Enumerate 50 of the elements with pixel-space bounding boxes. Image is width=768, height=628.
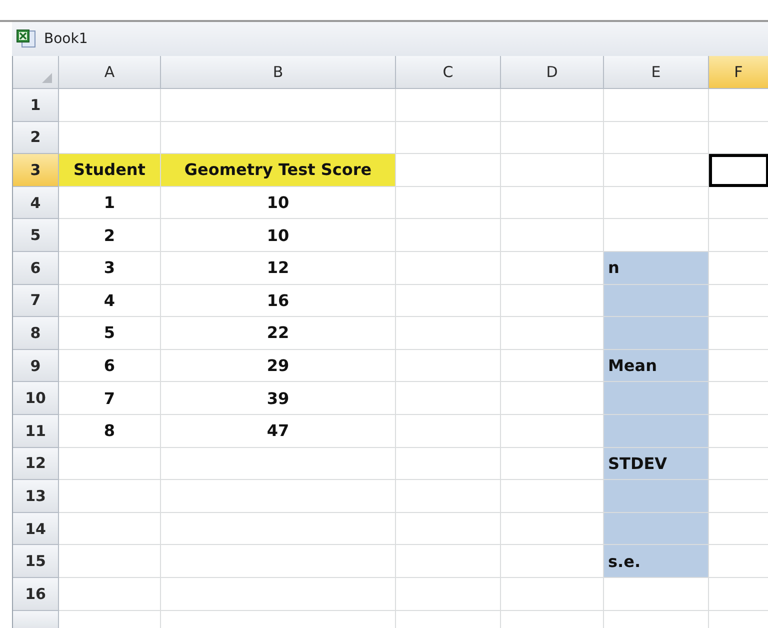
- row-header[interactable]: 5: [13, 219, 59, 252]
- row-header[interactable]: 11: [13, 414, 59, 448]
- table-cell[interactable]: 10: [161, 186, 396, 220]
- table-cell[interactable]: 7: [59, 382, 161, 415]
- table-cell[interactable]: 6: [59, 350, 161, 382]
- table-cell[interactable]: 29: [161, 350, 396, 382]
- table-cell[interactable]: 10: [161, 219, 396, 252]
- table-cell[interactable]: 3: [59, 252, 161, 285]
- table-cell[interactable]: 5: [59, 317, 161, 350]
- row-header[interactable]: 6: [13, 252, 59, 285]
- table-cell[interactable]: 22: [161, 317, 396, 350]
- table-cell[interactable]: 8: [59, 414, 161, 448]
- table-cell[interactable]: 47: [161, 414, 396, 448]
- table-cell[interactable]: Geometry Test Score: [161, 154, 396, 187]
- table-cell[interactable]: s.e.: [604, 545, 709, 578]
- row-header[interactable]: 1: [13, 89, 59, 122]
- table-cell[interactable]: STDEV: [604, 448, 709, 480]
- table-cell[interactable]: 2: [59, 219, 161, 252]
- corner-triangle-icon: [42, 73, 52, 83]
- select-all-corner[interactable]: [13, 56, 59, 89]
- column-header[interactable]: C: [396, 56, 501, 89]
- column-header[interactable]: D: [501, 56, 604, 89]
- row-header[interactable]: 10: [13, 382, 59, 415]
- column-header[interactable]: E: [604, 56, 709, 89]
- column-header[interactable]: A: [59, 56, 161, 89]
- spreadsheet-file-icon: [16, 29, 38, 49]
- row-header[interactable]: 16: [13, 578, 59, 610]
- row-header[interactable]: 14: [13, 512, 59, 546]
- row-header[interactable]: 12: [13, 448, 59, 480]
- row-header[interactable]: 3: [13, 154, 59, 187]
- window-title: Book1: [44, 31, 88, 47]
- row-header[interactable]: 4: [13, 186, 59, 220]
- row-header[interactable]: 7: [13, 284, 59, 318]
- row-header[interactable]: [13, 610, 59, 628]
- column-header[interactable]: B: [161, 56, 396, 89]
- table-cell[interactable]: 1: [59, 186, 161, 220]
- table-cell[interactable]: 4: [59, 284, 161, 318]
- row-header[interactable]: 13: [13, 480, 59, 513]
- row-header[interactable]: 9: [13, 350, 59, 382]
- table-cell[interactable]: Student: [59, 154, 161, 187]
- table-cell[interactable]: n: [604, 252, 709, 285]
- table-cell[interactable]: Mean: [604, 350, 709, 382]
- row-header[interactable]: 15: [13, 545, 59, 578]
- column-header[interactable]: F: [709, 56, 768, 89]
- row-header[interactable]: 8: [13, 317, 59, 350]
- table-cell[interactable]: 16: [161, 284, 396, 318]
- table-cell[interactable]: 39: [161, 382, 396, 415]
- table-cell[interactable]: 12: [161, 252, 396, 285]
- row-header[interactable]: 2: [13, 122, 59, 154]
- table-cell[interactable]: [709, 154, 768, 187]
